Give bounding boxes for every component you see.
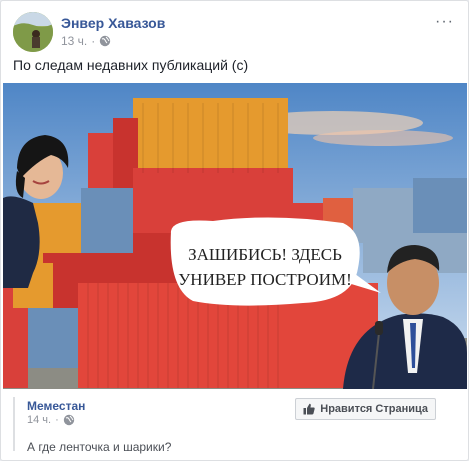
thumbs-up-icon [303, 403, 315, 415]
bubble-line-2: УНИВЕР ПОСТРОИМ! [178, 270, 352, 289]
shared-post-time[interactable]: 14 ч. [27, 414, 51, 426]
like-page-button[interactable]: Нравится Страница [295, 398, 436, 420]
globe-icon[interactable] [63, 414, 75, 426]
post-caption: По следам недавних публикаций (с) [13, 57, 249, 73]
post-card: Энвер Хавазов 13 ч. · ··· По следам неда… [0, 0, 469, 461]
like-page-label: Нравится Страница [320, 403, 428, 415]
bubble-line-1: ЗАШИБИСЬ! ЗДЕСЬ [188, 245, 342, 264]
globe-icon[interactable] [99, 35, 111, 47]
author-avatar[interactable] [13, 12, 53, 52]
shared-post: Меместан 14 ч. · Нравится Страница А где… [13, 397, 458, 454]
post-image[interactable]: ЗАШИБИСЬ! ЗДЕСЬ УНИВЕР ПОСТРОИМ! [3, 83, 467, 389]
shared-post-meta: 14 ч. · [27, 414, 75, 426]
more-icon[interactable]: ··· [435, 13, 454, 31]
shared-page-name[interactable]: Меместан [27, 399, 85, 413]
author-name[interactable]: Энвер Хавазов [61, 15, 165, 31]
post-time[interactable]: 13 ч. [61, 34, 87, 48]
shared-post-text: А где ленточка и шарики? [27, 440, 172, 454]
post-meta: 13 ч. · [61, 34, 111, 48]
